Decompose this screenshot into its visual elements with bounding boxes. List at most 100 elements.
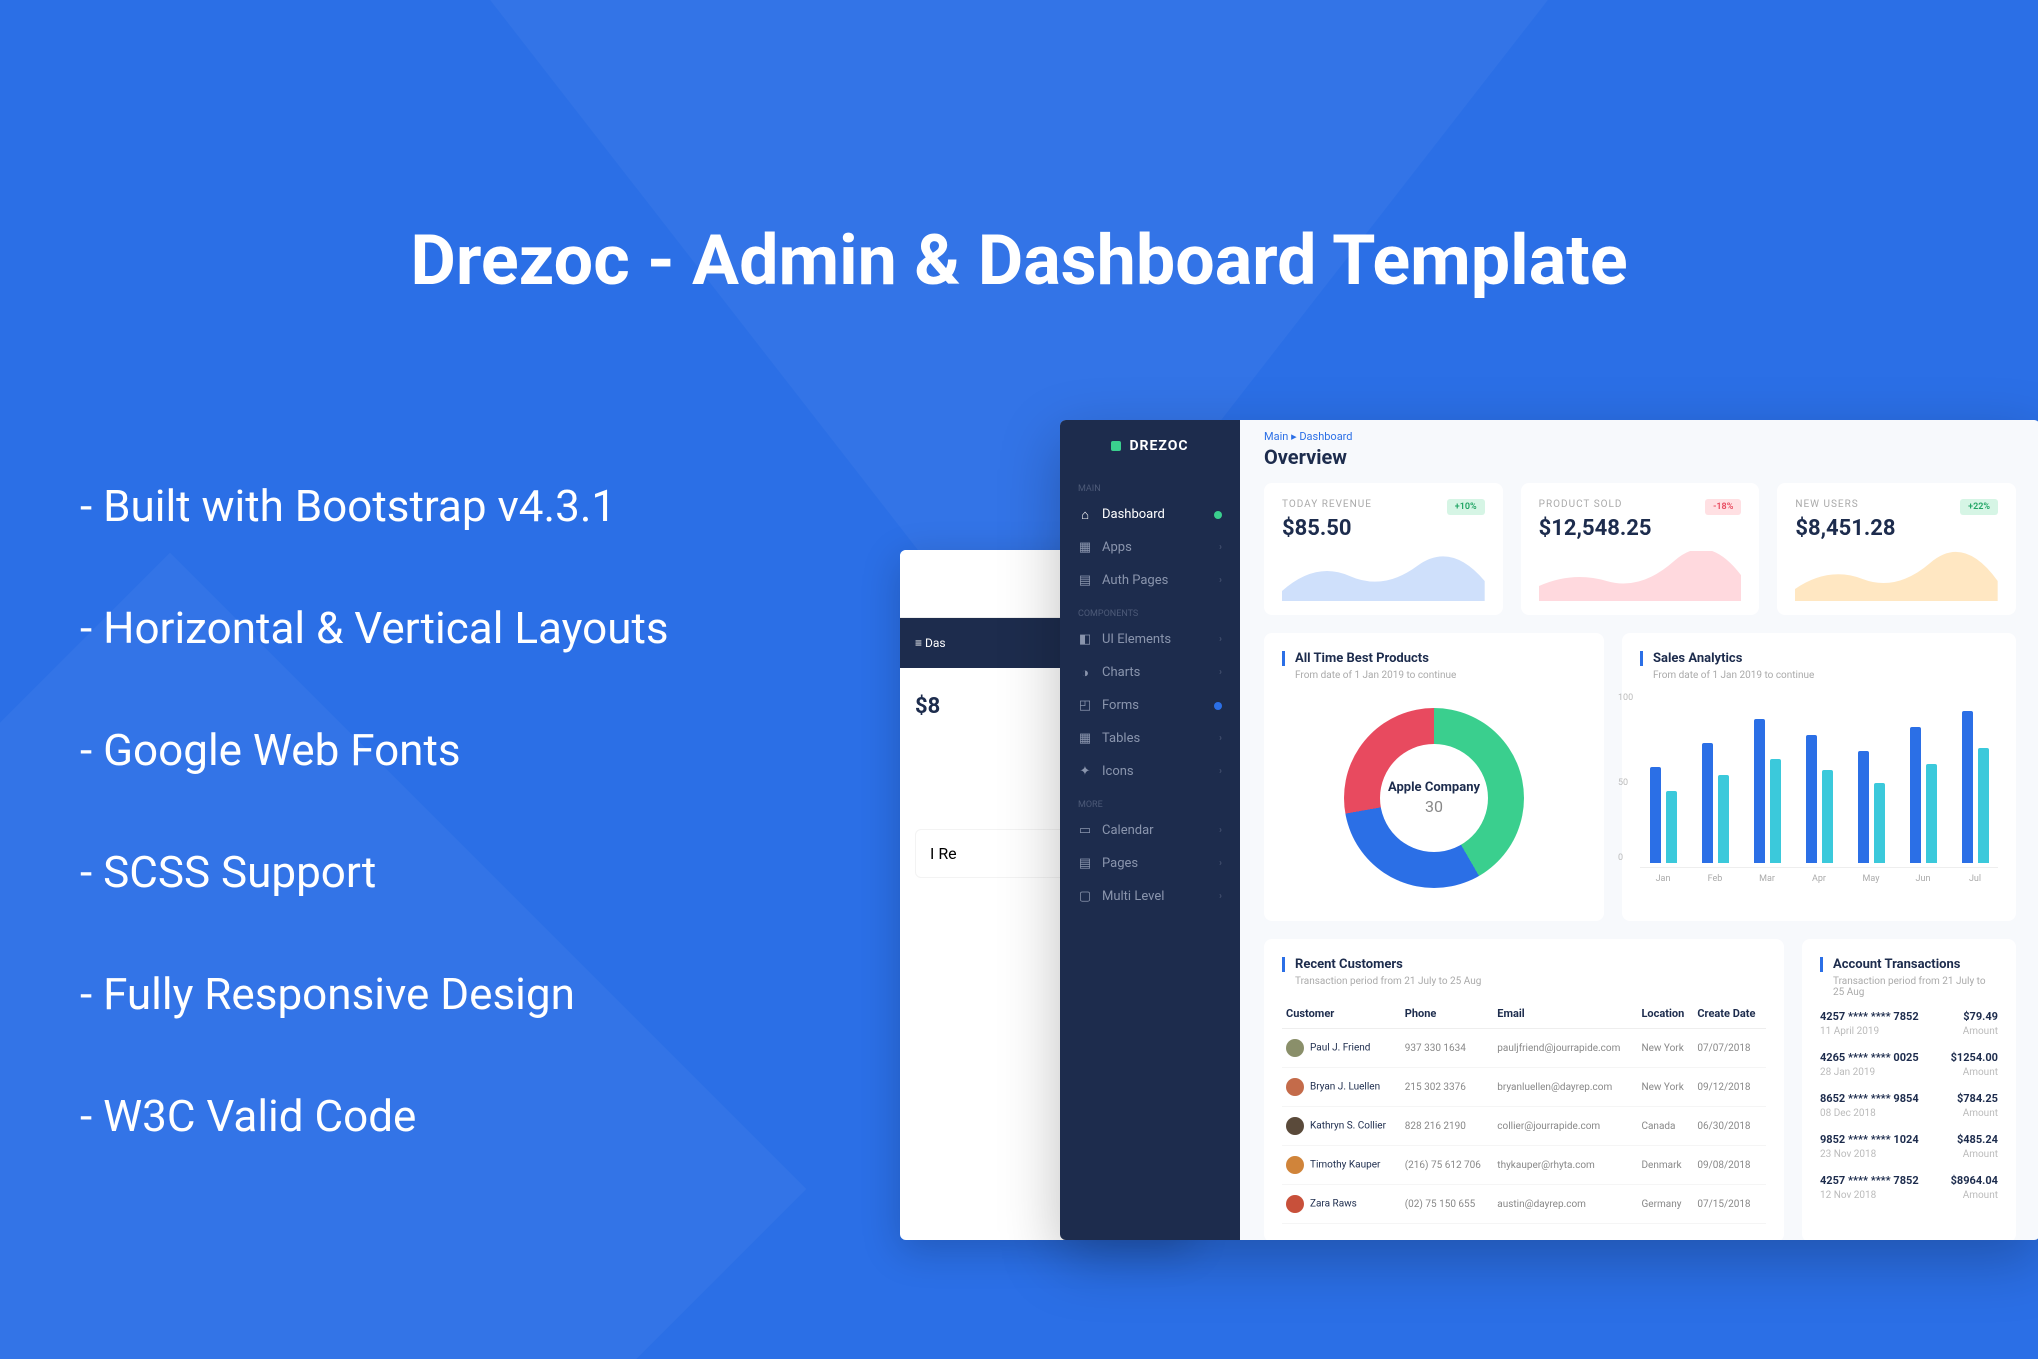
sidebar-item-calendar[interactable]: ▭ Calendar › [1060,814,1240,847]
bar [1874,783,1885,863]
table-cell: New York [1637,1029,1693,1068]
forms-icon: ◰ [1078,699,1092,713]
txn-date: 11 April 2019 [1820,1026,1919,1037]
bar-group [1958,711,1992,863]
donut-title: All Time Best Products [1282,651,1586,666]
axis-label: May [1854,874,1888,884]
table-cell: 937 330 1634 [1401,1029,1494,1068]
txn-status: Amount [1963,1067,1998,1078]
badge-dot-icon [1214,702,1222,710]
bar [1926,764,1937,863]
app-logo[interactable]: DREZOC [1060,420,1240,472]
stat-badge: -18% [1705,499,1741,515]
txn-date: 08 Dec 2018 [1820,1108,1919,1119]
table-cell: 09/12/2018 [1693,1068,1766,1107]
table-row[interactable]: Bryan J. Luellen215 302 3376bryanluellen… [1282,1068,1766,1107]
sidebar-item-pages[interactable]: ▤Pages› [1060,847,1240,880]
table-cell: 828 216 2190 [1401,1107,1494,1146]
calendar-icon: ▭ [1078,824,1092,838]
sidebar-section: MORE [1060,788,1240,814]
chevron-right-icon: › [1219,825,1222,836]
bar [1962,711,1973,863]
table-cell: Germany [1637,1185,1693,1224]
txn-amount: $8964.04 [1951,1174,1998,1187]
txn-status: Amount [1963,1108,1998,1119]
charts-icon: ◑ [1078,666,1092,680]
bar-group [1646,767,1680,863]
table-row[interactable]: Timothy Kauper(216) 75 612 706thykauper@… [1282,1146,1766,1185]
axis-label: Jun [1906,874,1940,884]
table-cell: pauljfriend@jourrapide.com [1493,1029,1637,1068]
bar [1754,719,1765,863]
txn-title: 4265 **** **** 0025 [1820,1051,1919,1064]
icons-icon: ✦ [1078,765,1092,779]
txn-title: 4257 **** **** 7852 [1820,1010,1919,1023]
txn-amount: $1254.00 [1951,1051,1998,1064]
txns-sub: Transaction period from 21 July to 25 Au… [1820,976,1998,998]
txn-date: 28 Jan 2019 [1820,1067,1919,1078]
bars-title: Sales Analytics [1640,651,1998,666]
transaction-row[interactable]: 4265 **** **** 0025 28 Jan 2019 $1254.00 Am… [1820,1051,1998,1078]
table-cell: thykauper@rhyta.com [1493,1146,1637,1185]
transaction-row[interactable]: 8652 **** **** 9854 08 Dec 2018 $784.25 Amo… [1820,1092,1998,1119]
feature-item: - Google Web Fonts [80,724,669,776]
table-row[interactable]: Zara Raws(02) 75 150 655austin@dayrep.co… [1282,1185,1766,1224]
feature-item: - SCSS Support [80,846,669,898]
sidebar-item-multi-level[interactable]: ▢ Multi Level › [1060,880,1240,913]
axis-label: Mar [1750,874,1784,884]
sidebar-item-icons[interactable]: ✦Icons› [1060,755,1240,788]
stat-value: $12,548.25 [1539,516,1742,541]
sidebar-item-label: Icons [1102,764,1134,779]
chevron-right-icon: › [1219,891,1222,902]
table-row[interactable]: Kathryn S. Collier828 216 2190collier@jo… [1282,1107,1766,1146]
breadcrumb[interactable]: Main ▸ Dashboard [1240,420,2038,445]
table-cell: Denmark [1637,1146,1693,1185]
transaction-row[interactable]: 9852 **** **** 102423 Nov 2018$485.24Amo… [1820,1133,1998,1160]
chevron-right-icon: › [1219,634,1222,645]
table-cell: 09/08/2018 [1693,1146,1766,1185]
sidebar-item-dashboard[interactable]: ⌂Dashboard [1060,498,1240,531]
table-row[interactable]: Paul J. Friend 937 330 1634pauljfriend@jo… [1282,1029,1766,1068]
sidebar-item-label: Multi Level [1102,889,1164,904]
table-cell: collier@jourrapide.com [1493,1107,1637,1146]
sparkline-chart [1795,551,1998,605]
sidebar-section: MAIN [1060,472,1240,498]
sidebar-item-label: Auth Pages [1102,573,1168,588]
sidebar-item-label: Dashboard [1102,507,1165,522]
txn-amount: $79.49 [1963,1010,1998,1023]
bar [1650,767,1661,863]
sidebar-item-forms[interactable]: ◰Forms [1060,689,1240,722]
chevron-right-icon: › [1219,575,1222,586]
txn-amount: $784.25 [1957,1092,1998,1105]
chevron-right-icon: › [1219,733,1222,744]
multi-level-icon: ▢ [1078,890,1092,904]
txns-title: Account Transactions [1820,957,1998,972]
table-cell: (216) 75 612 706 [1401,1146,1494,1185]
sidebar-item-charts[interactable]: ◑Charts› [1060,656,1240,689]
sidebar-item-label: Calendar [1102,823,1154,838]
transaction-row[interactable]: 4257 **** **** 785211 April 2019$79.49Am… [1820,1010,1998,1037]
customer-name: Zara Raws [1310,1199,1357,1210]
sidebar-item-apps[interactable]: ▦Apps› [1060,531,1240,564]
txn-amount: $485.24 [1957,1133,1998,1146]
customers-title: Recent Customers [1282,957,1766,972]
donut-chart: Apple Company 30 [1344,708,1524,888]
table-cell: austin@dayrep.com [1493,1185,1637,1224]
tables-icon: ▦ [1078,732,1092,746]
bar [1718,775,1729,863]
txn-status: Amount [1963,1149,1998,1160]
transaction-row[interactable]: 4257 **** **** 785212 Nov 2018$8964.04Am… [1820,1174,1998,1201]
stat-value: $85.50 [1282,516,1485,541]
feature-item: - W3C Valid Code [80,1090,669,1142]
customers-card: Recent Customers Transaction period from… [1264,939,1784,1240]
sidebar-item-ui-elements[interactable]: ◧UI Elements› [1060,623,1240,656]
txn-title: 8652 **** **** 9854 [1820,1092,1919,1105]
feature-item: - Built with Bootstrap v4.3.1 [80,480,669,532]
customer-name: Paul J. Friend [1310,1043,1370,1054]
bar [1666,791,1677,863]
bars-chart: 100 50 0 [1640,693,1998,863]
sidebar-item-auth-pages[interactable]: ▤Auth Pages› [1060,564,1240,597]
sidebar-item-tables[interactable]: ▦Tables› [1060,722,1240,755]
stat-badge: +22% [1960,499,1998,515]
avatar [1286,1156,1304,1174]
